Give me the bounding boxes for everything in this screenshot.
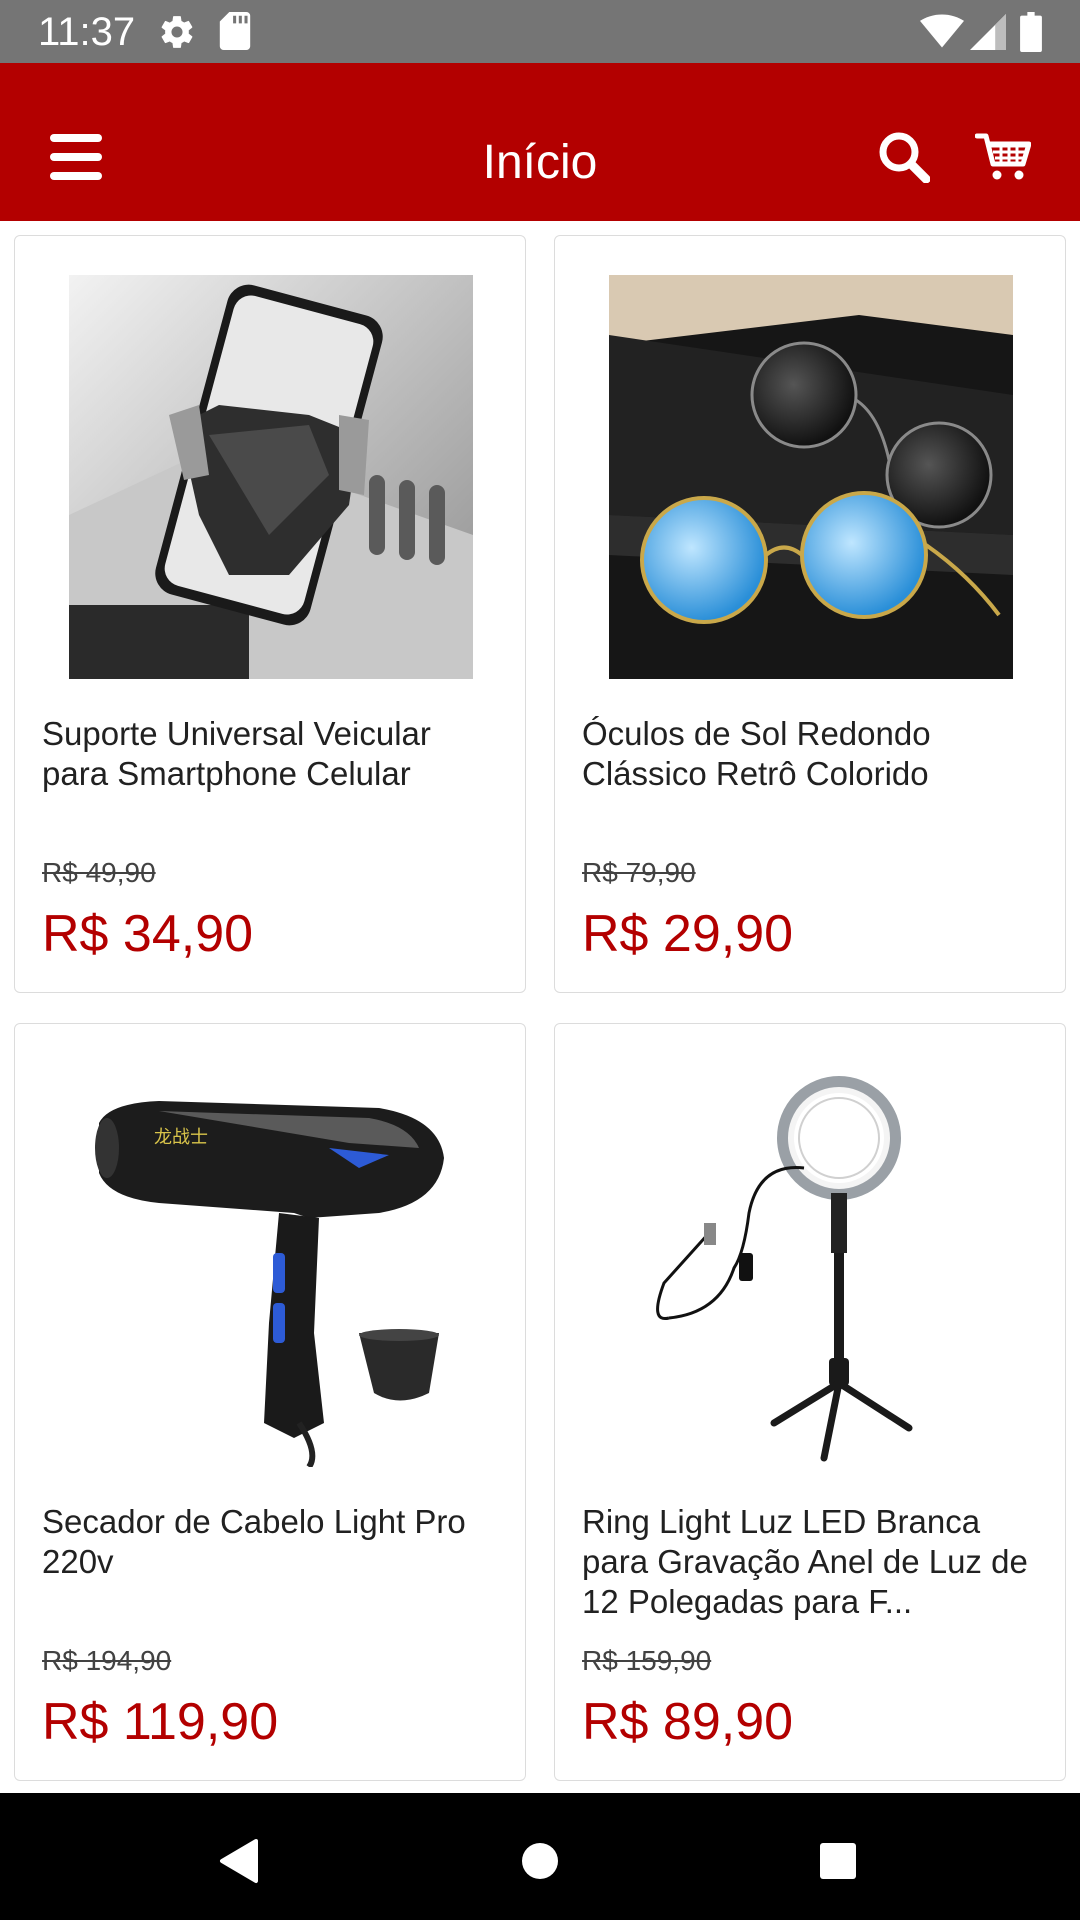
recents-button[interactable]: [788, 1811, 888, 1911]
product-name: Secador de Cabelo Light Pro 220v: [42, 1503, 466, 1580]
cart-icon: [975, 133, 1031, 180]
product-price: R$ 34,90: [42, 905, 254, 963]
svg-text:龙战士: 龙战士: [154, 1127, 208, 1148]
product-name: Óculos de Sol Redondo Clássico Retrô Col…: [582, 715, 931, 792]
product-card[interactable]: 龙战士 Secador de Cabelo Light Pro 220v R$ …: [14, 1023, 526, 1781]
recents-icon: [820, 1843, 856, 1879]
product-image-round-sunglasses: [609, 275, 1013, 679]
settings-icon: [161, 16, 193, 48]
product-old-price: R$ 159,90: [582, 1645, 712, 1676]
search-button[interactable]: [856, 109, 952, 205]
signal-icon: [970, 14, 1006, 50]
system-nav-bar: [0, 1793, 1080, 1920]
product-image-car-phone-holder: [69, 275, 473, 679]
status-time: 11:37: [38, 10, 136, 54]
product-price: R$ 29,90: [582, 905, 794, 963]
wifi-icon: [920, 14, 964, 48]
product-name: Suporte Universal Veicular para Smartpho…: [42, 715, 431, 792]
product-card[interactable]: Óculos de Sol Redondo Clássico Retrô Col…: [554, 235, 1066, 993]
menu-icon: [50, 134, 102, 180]
menu-button[interactable]: [28, 109, 124, 205]
product-price: R$ 89,90: [582, 1693, 794, 1751]
home-icon: [522, 1843, 558, 1879]
search-icon: [879, 132, 930, 183]
product-name: Ring Light Luz LED Branca para Gravação …: [582, 1503, 1028, 1620]
product-card[interactable]: Suporte Universal Veicular para Smartpho…: [14, 235, 526, 993]
home-button[interactable]: [490, 1811, 590, 1911]
product-image-hair-dryer: 龙战士: [69, 1063, 473, 1467]
product-old-price: R$ 79,90: [582, 857, 696, 888]
status-bar: 11:37: [0, 0, 1080, 63]
back-icon: [220, 1839, 258, 1883]
product-old-price: R$ 194,90: [42, 1645, 172, 1676]
app-bar: Início: [0, 63, 1080, 221]
product-card[interactable]: Ring Light Luz LED Branca para Gravação …: [554, 1023, 1066, 1781]
product-price: R$ 119,90: [42, 1693, 279, 1751]
battery-icon: [1020, 12, 1042, 52]
back-button[interactable]: [188, 1811, 288, 1911]
sd-card-icon: [219, 12, 251, 50]
product-image-ring-light: [609, 1063, 1013, 1467]
cart-button[interactable]: [955, 109, 1051, 205]
product-old-price: R$ 49,90: [42, 857, 156, 888]
